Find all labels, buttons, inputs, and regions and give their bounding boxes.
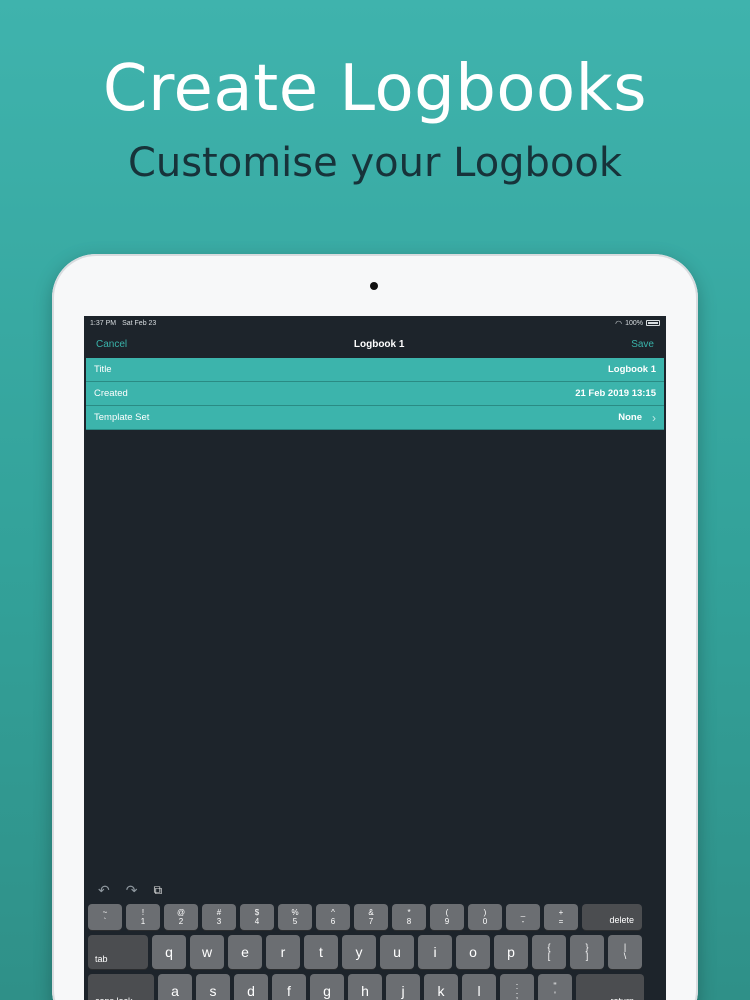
key-8[interactable]: * 8 [392,904,426,930]
key-equals[interactable]: + = [544,904,578,930]
key-i[interactable]: i [418,935,452,969]
key-e[interactable]: e [228,935,262,969]
wifi-icon: ◠ [615,318,623,328]
redo-icon[interactable]: ↷ [126,882,138,899]
battery-icon [646,320,660,326]
key-delete[interactable]: delete [582,904,642,930]
key-t[interactable]: t [304,935,338,969]
key-w[interactable]: w [190,935,224,969]
key-r[interactable]: r [266,935,300,969]
key-k[interactable]: k [424,974,458,1000]
template-set-label: Template Set [94,412,150,423]
status-time: 1:37 PM [90,319,117,327]
key-u[interactable]: u [380,935,414,969]
keyboard: ~ ` ! 1 @2 #3 $4 % 5 ^ 6 & 7 * 8 (9 ) 0 _ - + = d… [84,904,666,1000]
keyboard-middle-letter-row: caps lock a s d f g h j k l :; "' return [88,974,662,1000]
created-label: Created [94,388,128,399]
subheadline: Customise your Logbook [127,140,623,186]
key-minus[interactable]: _ - [506,904,540,930]
key-s[interactable]: s [196,974,230,1000]
key-a[interactable]: a [158,974,192,1000]
key-1[interactable]: ! 1 [126,904,160,930]
nav-title: Logbook 1 [353,338,405,350]
key-backslash[interactable]: | \ [608,935,642,969]
undo-icon[interactable]: ↶ [98,882,110,899]
key-q[interactable]: q [152,935,186,969]
key-d[interactable]: d [234,974,268,1000]
keyboard-shortcut-bar: ↶ ↷ ⧉ [84,876,666,904]
battery-percentage: 100% [625,319,643,327]
key-left-bracket[interactable]: {[ [532,935,566,969]
key-2[interactable]: @2 [164,904,198,930]
key-y[interactable]: y [342,935,376,969]
keyboard-number-row: ~ ` ! 1 @2 #3 $4 % 5 ^ 6 & 7 * 8 (9 ) 0 _ - + = d… [88,904,662,930]
key-backtick[interactable]: ~ ` [88,904,122,930]
key-h[interactable]: h [348,974,382,1000]
key-g[interactable]: g [310,974,344,1000]
key-caps-lock[interactable]: caps lock [88,974,154,1000]
key-tab[interactable]: tab [88,935,148,969]
key-quote[interactable]: " ' [538,974,572,1000]
content-area [84,430,666,876]
key-return[interactable]: return [576,974,644,1000]
key-9[interactable]: (9 [430,904,464,930]
template-set-value: None [618,412,642,423]
title-row[interactable]: Title Logbook 1 [86,358,664,382]
app-screen: 1:37 PM Sat Feb 23 ◠ 100% Cancel Logbook… [84,316,666,1000]
key-f[interactable]: f [272,974,306,1000]
title-label: Title [94,364,112,375]
key-7[interactable]: & 7 [354,904,388,930]
created-value: 21 Feb 2019 13:15 [575,388,656,399]
headline: Create Logbooks [102,52,648,126]
paste-icon[interactable]: ⧉ [153,883,162,898]
keyboard-top-letter-row: tab q w e r t y u i o p {[ }] | \ [88,935,662,969]
cancel-button[interactable]: Cancel [96,339,127,350]
status-bar: 1:37 PM Sat Feb 23 ◠ 100% [84,316,666,330]
key-semicolon[interactable]: :; [500,974,534,1000]
key-0[interactable]: ) 0 [468,904,502,930]
template-set-row[interactable]: Template Set None › [86,406,664,430]
camera-dot [370,282,378,290]
created-row[interactable]: Created 21 Feb 2019 13:15 [86,382,664,406]
key-o[interactable]: o [456,935,490,969]
key-4[interactable]: $4 [240,904,274,930]
key-l[interactable]: l [462,974,496,1000]
key-j[interactable]: j [386,974,420,1000]
key-p[interactable]: p [494,935,528,969]
chevron-right-icon: › [652,410,656,425]
key-right-bracket[interactable]: }] [570,935,604,969]
key-6[interactable]: ^ 6 [316,904,350,930]
title-value[interactable]: Logbook 1 [608,364,656,375]
ipad-frame: 1:37 PM Sat Feb 23 ◠ 100% Cancel Logbook… [52,254,698,1000]
key-3[interactable]: #3 [202,904,236,930]
key-5[interactable]: % 5 [278,904,312,930]
status-date: Sat Feb 23 [122,319,157,327]
save-button[interactable]: Save [631,339,654,350]
navigation-bar: Cancel Logbook 1 Save [84,330,666,358]
